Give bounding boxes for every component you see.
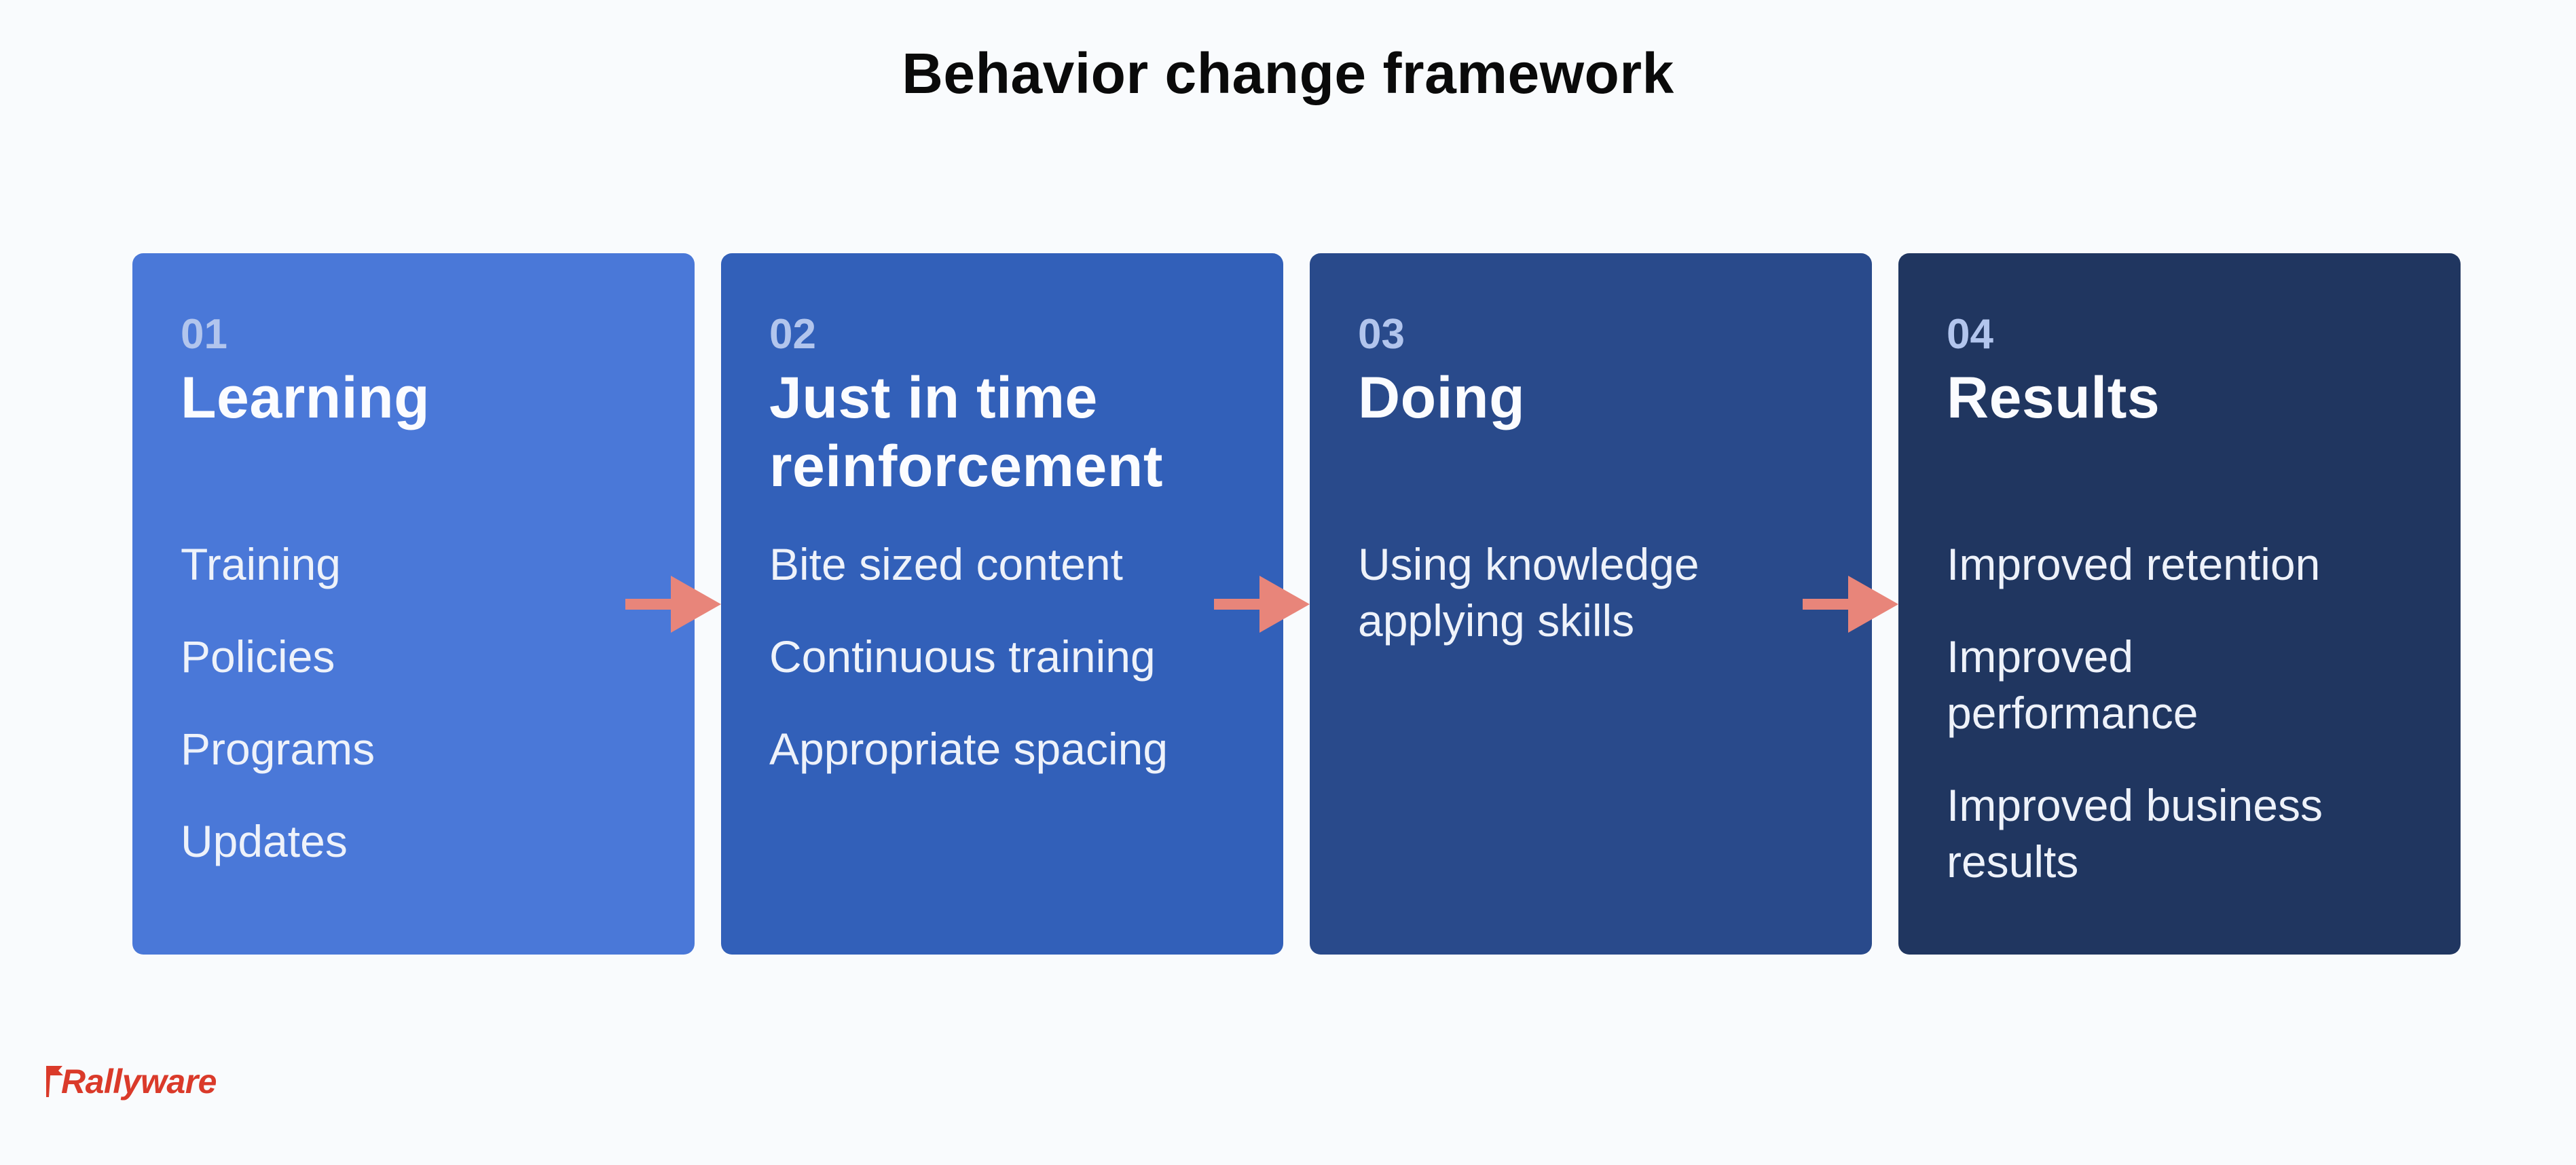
step-number: 01 [181, 311, 227, 358]
step-card-just-in-time-reinforcement: 02 Just in time reinforcement Bite sized… [721, 253, 1283, 955]
step-heading: Just in time reinforcement [769, 365, 1163, 499]
arrow-right-icon [1803, 576, 1898, 633]
step-heading: Results [1947, 365, 2160, 430]
step-item: Policies [181, 631, 335, 682]
step-item: Training [181, 539, 341, 589]
step-item: Programs [181, 724, 375, 774]
arrow-right-icon-svg [1803, 576, 1898, 633]
step-card-results: 04 Results Improved retention Improved p… [1898, 253, 2461, 955]
step-item: Improved performance [1947, 631, 2198, 738]
step-card-learning: 01 Learning Training Policies Programs U… [132, 253, 695, 955]
arrow-right-icon [625, 576, 721, 633]
step-item: Using knowledge applying skills [1358, 539, 1699, 646]
step-item: Improved retention [1947, 539, 2321, 589]
step-number: 03 [1358, 311, 1405, 358]
arrow-right-icon-svg [1214, 576, 1310, 633]
step-heading: Learning [181, 365, 430, 430]
logo-wordmark: Rallyware [61, 1062, 217, 1101]
step-items: Improved retention Improved performance … [1947, 536, 2440, 926]
step-heading: Doing [1358, 365, 1526, 430]
step-number: 02 [769, 311, 816, 358]
step-items: Training Policies Programs Updates [181, 536, 674, 906]
step-item: Updates [181, 816, 348, 866]
step-item: Continuous training [769, 631, 1156, 682]
step-items: Using knowledge applying skills [1358, 536, 1852, 685]
step-item: Improved business results [1947, 780, 2323, 887]
step-item: Appropriate spacing [769, 724, 1169, 774]
diagram-title: Behavior change framework [902, 41, 1674, 105]
step-number: 04 [1947, 311, 1993, 358]
arrow-right-icon [1214, 576, 1310, 633]
rallyware-logo: Rallyware [45, 1060, 217, 1098]
step-card-doing: 03 Doing Using knowledge applying skills [1310, 253, 1872, 955]
arrow-right-icon-svg [625, 576, 721, 633]
step-item: Bite sized content [769, 539, 1123, 589]
step-items: Bite sized content Continuous training A… [769, 536, 1263, 813]
